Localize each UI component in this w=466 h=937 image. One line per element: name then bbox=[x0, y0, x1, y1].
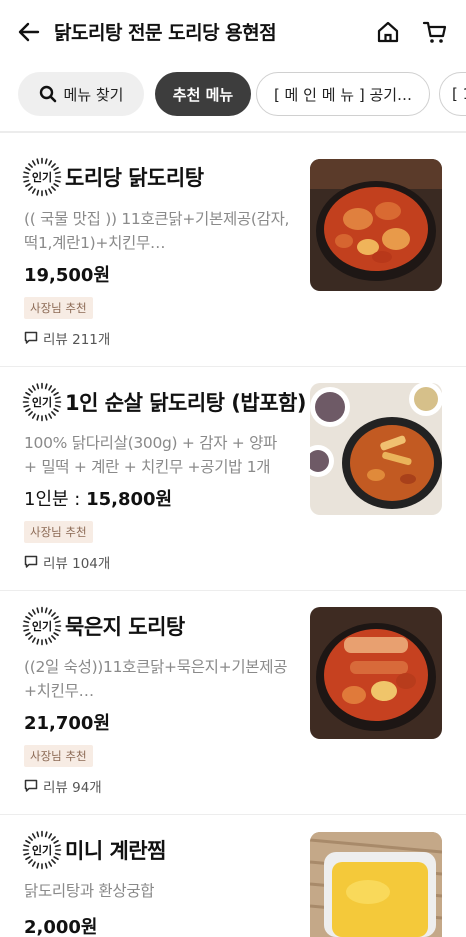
review-count-label: 리뷰 211개 bbox=[43, 332, 111, 348]
store-title: 닭도리탕 전문 도리당 용현점 bbox=[54, 22, 277, 44]
menu-search-label: 메뉴 찾기 bbox=[63, 85, 124, 104]
home-button[interactable] bbox=[372, 16, 404, 48]
menu-item[interactable]: 인기 도리당 닭도리탕 (( 국물 맛집 )) 11호큰닭+기본제공(감자,떡1… bbox=[0, 133, 466, 366]
food-photo[interactable] bbox=[310, 607, 442, 739]
review-bubble-icon bbox=[24, 331, 38, 345]
category-chip-bar: 메뉴 찾기 추천 메뉴 [ 메 인 메 뉴 ] 공기… [ 1 bbox=[0, 72, 466, 118]
item-name: 1인 순살 닭도리탕 (밥포함) bbox=[65, 391, 306, 415]
item-price-value: 21,700원 bbox=[24, 713, 111, 734]
item-price: 19,500원 bbox=[24, 261, 110, 287]
review-count-label: 리뷰 104개 bbox=[43, 556, 111, 572]
food-photo[interactable] bbox=[310, 159, 442, 291]
review-bubble-icon bbox=[24, 779, 38, 793]
review-count[interactable]: 리뷰 94개 bbox=[24, 776, 102, 796]
food-photo[interactable] bbox=[310, 832, 442, 937]
popular-badge-icon: 인기 bbox=[22, 830, 62, 870]
cart-icon bbox=[422, 21, 447, 43]
popular-badge-text: 인기 bbox=[32, 395, 52, 409]
home-icon bbox=[377, 21, 399, 43]
popular-badge-icon: 인기 bbox=[22, 606, 62, 646]
item-description: 100% 닭다리살(300g) + 감자 + 양파 + 밀떡 + 계란 + 치킨… bbox=[24, 434, 278, 476]
item-price-value: 15,800원 bbox=[86, 489, 173, 510]
item-price: 1인분 : 15,800원 bbox=[24, 485, 172, 511]
tab-main-menu[interactable]: [ 메 인 메 뉴 ] 공기… bbox=[256, 72, 430, 116]
review-count-label: 리뷰 94개 bbox=[43, 780, 102, 796]
food-photo[interactable] bbox=[310, 383, 442, 515]
popular-badge-icon: 인기 bbox=[22, 382, 62, 422]
item-name-row: 인기 1인 순살 닭도리탕 (밥포함) bbox=[22, 382, 306, 422]
item-price: 2,000원 bbox=[24, 913, 98, 937]
review-count[interactable]: 리뷰 211개 bbox=[24, 328, 110, 348]
search-icon bbox=[39, 85, 57, 103]
item-price-value: 19,500원 bbox=[24, 265, 111, 286]
back-button[interactable] bbox=[14, 17, 44, 47]
menu-item[interactable]: 인기 1인 순살 닭도리탕 (밥포함) 100% 닭다리살(300g) + 감자… bbox=[0, 367, 466, 590]
popular-badge-icon: 인기 bbox=[22, 157, 62, 197]
tab-recommended-menu[interactable]: 추천 메뉴 bbox=[155, 72, 251, 116]
item-price-prefix: 1인분 : bbox=[24, 489, 87, 510]
top-app-bar: 닭도리탕 전문 도리당 용현점 bbox=[0, 0, 466, 62]
cart-button[interactable] bbox=[419, 16, 451, 48]
menu-item[interactable]: 인기 미니 계란찜 닭도리탕과 환상궁합 2,000원 bbox=[0, 815, 466, 937]
review-bubble-icon bbox=[24, 555, 38, 569]
item-name-row: 인기 도리당 닭도리탕 bbox=[22, 157, 204, 197]
item-name-row: 인기 미니 계란찜 bbox=[22, 830, 166, 870]
owner-recommend-tag: 사장님 추천 bbox=[24, 297, 93, 319]
popular-badge-text: 인기 bbox=[32, 619, 52, 633]
review-count[interactable]: 리뷰 104개 bbox=[24, 552, 110, 572]
arrow-left-icon bbox=[18, 22, 40, 42]
item-name: 도리당 닭도리탕 bbox=[65, 166, 204, 190]
item-name: 묵은지 도리탕 bbox=[65, 615, 185, 639]
item-description: 닭도리탕과 환상궁합 bbox=[24, 882, 155, 900]
owner-recommend-tag: 사장님 추천 bbox=[24, 745, 93, 767]
popular-badge-text: 인기 bbox=[32, 843, 52, 857]
item-description: (( 국물 맛집 )) 11호큰닭+기본제공(감자,떡1,계란1)+치킨무… bbox=[24, 210, 290, 252]
item-description: ((2일 숙성))11호큰닭+묵은지+기본제공+치킨무… bbox=[24, 658, 288, 700]
item-name-row: 인기 묵은지 도리탕 bbox=[22, 606, 185, 646]
owner-recommend-tag: 사장님 추천 bbox=[24, 521, 93, 543]
item-price-value: 2,000원 bbox=[24, 917, 98, 937]
menu-item[interactable]: 인기 묵은지 도리탕 ((2일 숙성))11호큰닭+묵은지+기본제공+치킨무… … bbox=[0, 591, 466, 814]
item-name: 미니 계란찜 bbox=[65, 839, 166, 863]
popular-badge-text: 인기 bbox=[32, 170, 52, 184]
tab-next-category[interactable]: [ 1 bbox=[439, 72, 466, 116]
menu-search-chip[interactable]: 메뉴 찾기 bbox=[18, 72, 144, 116]
item-price: 21,700원 bbox=[24, 709, 110, 735]
